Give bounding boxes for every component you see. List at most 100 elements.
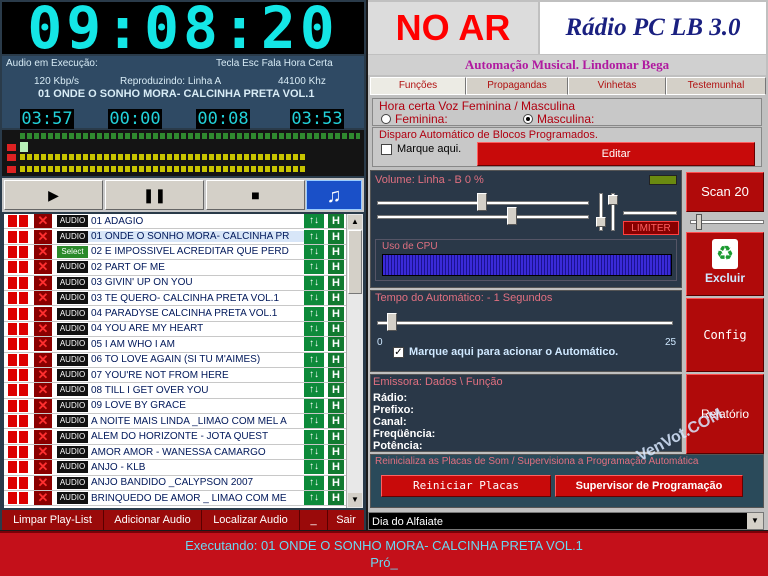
remove-icon[interactable]: ✕ — [34, 352, 52, 367]
excluir-button[interactable]: ♻ Excluir — [686, 232, 764, 296]
auto-slider[interactable] — [377, 321, 673, 325]
row-marker-1[interactable] — [8, 430, 17, 443]
table-row[interactable]: ✕ AUDIO 04 YOU ARE MY HEART ↑↓ H — [4, 321, 346, 338]
remove-icon[interactable]: ✕ — [34, 368, 52, 383]
scroll-up-icon[interactable]: ▲ — [348, 215, 362, 229]
row-marker-2[interactable] — [19, 476, 28, 489]
hold-icon[interactable]: H — [328, 445, 344, 460]
reorder-icon[interactable]: ↑↓ — [304, 383, 324, 398]
reorder-icon[interactable]: ↑↓ — [304, 491, 324, 506]
hold-icon[interactable]: H — [328, 460, 344, 475]
limiter-slider[interactable] — [623, 211, 677, 215]
table-row[interactable]: ✕ AUDIO 03 TE QUERO- CALCINHA PRETA VOL.1 ↑… — [4, 291, 346, 307]
row-marker-2[interactable] — [19, 461, 28, 474]
row-marker-1[interactable] — [8, 292, 17, 305]
reorder-icon[interactable]: ↑↓ — [304, 429, 324, 444]
table-row[interactable]: ✕ AUDIO AMOR AMOR - WANESSA CAMARGO ↑↓ H — [4, 445, 346, 461]
exit-button[interactable]: Sair — [328, 510, 364, 530]
row-marker-1[interactable] — [8, 369, 17, 382]
radio-masculina[interactable] — [523, 114, 533, 124]
remove-icon[interactable]: ✕ — [34, 445, 52, 460]
remove-icon[interactable]: ✕ — [34, 244, 52, 259]
row-marker-2[interactable] — [19, 430, 28, 443]
remove-icon[interactable]: ✕ — [34, 414, 52, 429]
progress-thumb[interactable] — [20, 142, 28, 152]
row-marker-1[interactable] — [8, 446, 17, 459]
remove-icon[interactable]: ✕ — [34, 321, 52, 336]
row-marker-2[interactable] — [19, 292, 28, 305]
table-row[interactable]: ✕ AUDIO ALÉM DO HORIZONTE - JOTA QUEST ↑↓ H — [4, 429, 346, 445]
hold-icon[interactable]: H — [328, 337, 344, 352]
row-marker-2[interactable] — [19, 322, 28, 335]
config-button[interactable]: Config — [686, 298, 764, 372]
volume-slider-2[interactable] — [377, 215, 589, 219]
find-audio-button[interactable]: Localizar Audio — [202, 510, 300, 530]
reorder-icon[interactable]: ↑↓ — [304, 337, 324, 352]
tab-funcoes[interactable]: Funções — [370, 77, 466, 95]
reorder-icon[interactable]: ↑↓ — [304, 475, 324, 490]
row-marker-2[interactable] — [19, 415, 28, 428]
tab-propagandas[interactable]: Propagandas — [466, 77, 568, 95]
row-marker-1[interactable] — [8, 399, 17, 412]
reorder-icon[interactable]: ↑↓ — [304, 398, 324, 413]
table-row[interactable]: ✕ AUDIO 08 TILL I GET OVER YOU ↑↓ H — [4, 383, 346, 399]
table-row[interactable]: ✕ AUDIO ANJO BANDIDO _CALYPSON 2007 ↑↓ H — [4, 475, 346, 492]
row-marker-1[interactable] — [8, 215, 17, 228]
reorder-icon[interactable]: ↑↓ — [304, 260, 324, 275]
table-row[interactable]: ✕ AUDIO BRINQUEDO DE AMOR _ LIMÃO COM ME ↑↓… — [4, 491, 346, 507]
row-marker-2[interactable] — [19, 384, 28, 397]
hold-icon[interactable]: H — [328, 398, 344, 413]
row-marker-2[interactable] — [19, 399, 28, 412]
scroll-down-icon[interactable]: ▼ — [348, 493, 362, 507]
reorder-icon[interactable]: ↑↓ — [304, 229, 324, 244]
row-marker-2[interactable] — [19, 492, 28, 505]
tab-testemunhal[interactable]: Testemunhal — [666, 77, 766, 95]
remove-icon[interactable]: ✕ — [34, 260, 52, 275]
row-marker-1[interactable] — [8, 338, 17, 351]
remove-icon[interactable]: ✕ — [34, 398, 52, 413]
row-marker-1[interactable] — [8, 307, 17, 320]
row-marker-2[interactable] — [19, 245, 28, 258]
table-row[interactable]: ✕ AUDIO 07 YOU'RE NOT FROM HERE ↑↓ H — [4, 368, 346, 384]
hold-icon[interactable]: H — [328, 429, 344, 444]
playlist-scrollbar[interactable]: ▲ ▼ — [346, 214, 363, 508]
hold-icon[interactable]: H — [328, 306, 344, 321]
remove-icon[interactable]: ✕ — [34, 214, 52, 229]
remove-icon[interactable]: ✕ — [34, 460, 52, 475]
table-row[interactable]: ✕ AUDIO 05 I AM WHO I AM ↑↓ H — [4, 337, 346, 353]
row-marker-1[interactable] — [8, 415, 17, 428]
row-marker-2[interactable] — [19, 307, 28, 320]
hold-icon[interactable]: H — [328, 475, 344, 490]
row-marker-1[interactable] — [8, 322, 17, 335]
table-row[interactable]: ✕ AUDIO 09 LOVE BY GRACE ↑↓ H — [4, 398, 346, 415]
reorder-icon[interactable]: ↑↓ — [304, 306, 324, 321]
radio-feminina[interactable] — [381, 114, 391, 124]
hold-icon[interactable]: H — [328, 414, 344, 429]
row-marker-2[interactable] — [19, 446, 28, 459]
vslider-thumb-2[interactable] — [608, 195, 618, 205]
row-marker-2[interactable] — [19, 276, 28, 289]
remove-icon[interactable]: ✕ — [34, 291, 52, 306]
playlist[interactable]: ✕ AUDIO 01 ADAGIO ↑↓ H ✕ AUDIO 01 ONDE O SONHO … — [4, 214, 346, 508]
hold-icon[interactable]: H — [328, 214, 344, 229]
table-row[interactable]: ✕ AUDIO 04 PARADYSE CALCINHA PRETA VOL.1 ↑↓… — [4, 306, 346, 322]
remove-icon[interactable]: ✕ — [34, 491, 52, 506]
volume-thumb-1[interactable] — [477, 193, 487, 211]
reorder-icon[interactable]: ↑↓ — [304, 445, 324, 460]
remove-icon[interactable]: ✕ — [34, 306, 52, 321]
row-marker-1[interactable] — [8, 261, 17, 274]
row-marker-2[interactable] — [19, 215, 28, 228]
media-player-icon[interactable]: ♫ — [306, 180, 362, 210]
hold-icon[interactable]: H — [328, 352, 344, 367]
hold-icon[interactable]: H — [328, 275, 344, 290]
scan-button[interactable]: Scan 20 — [686, 172, 764, 212]
play-button[interactable]: ▶ — [4, 180, 103, 210]
hold-icon[interactable]: H — [328, 260, 344, 275]
row-marker-1[interactable] — [8, 230, 17, 243]
minimize-button[interactable]: _ — [300, 510, 328, 530]
hold-icon[interactable]: H — [328, 321, 344, 336]
reorder-icon[interactable]: ↑↓ — [304, 275, 324, 290]
remove-icon[interactable]: ✕ — [34, 275, 52, 290]
remove-icon[interactable]: ✕ — [34, 475, 52, 490]
row-marker-1[interactable] — [8, 276, 17, 289]
